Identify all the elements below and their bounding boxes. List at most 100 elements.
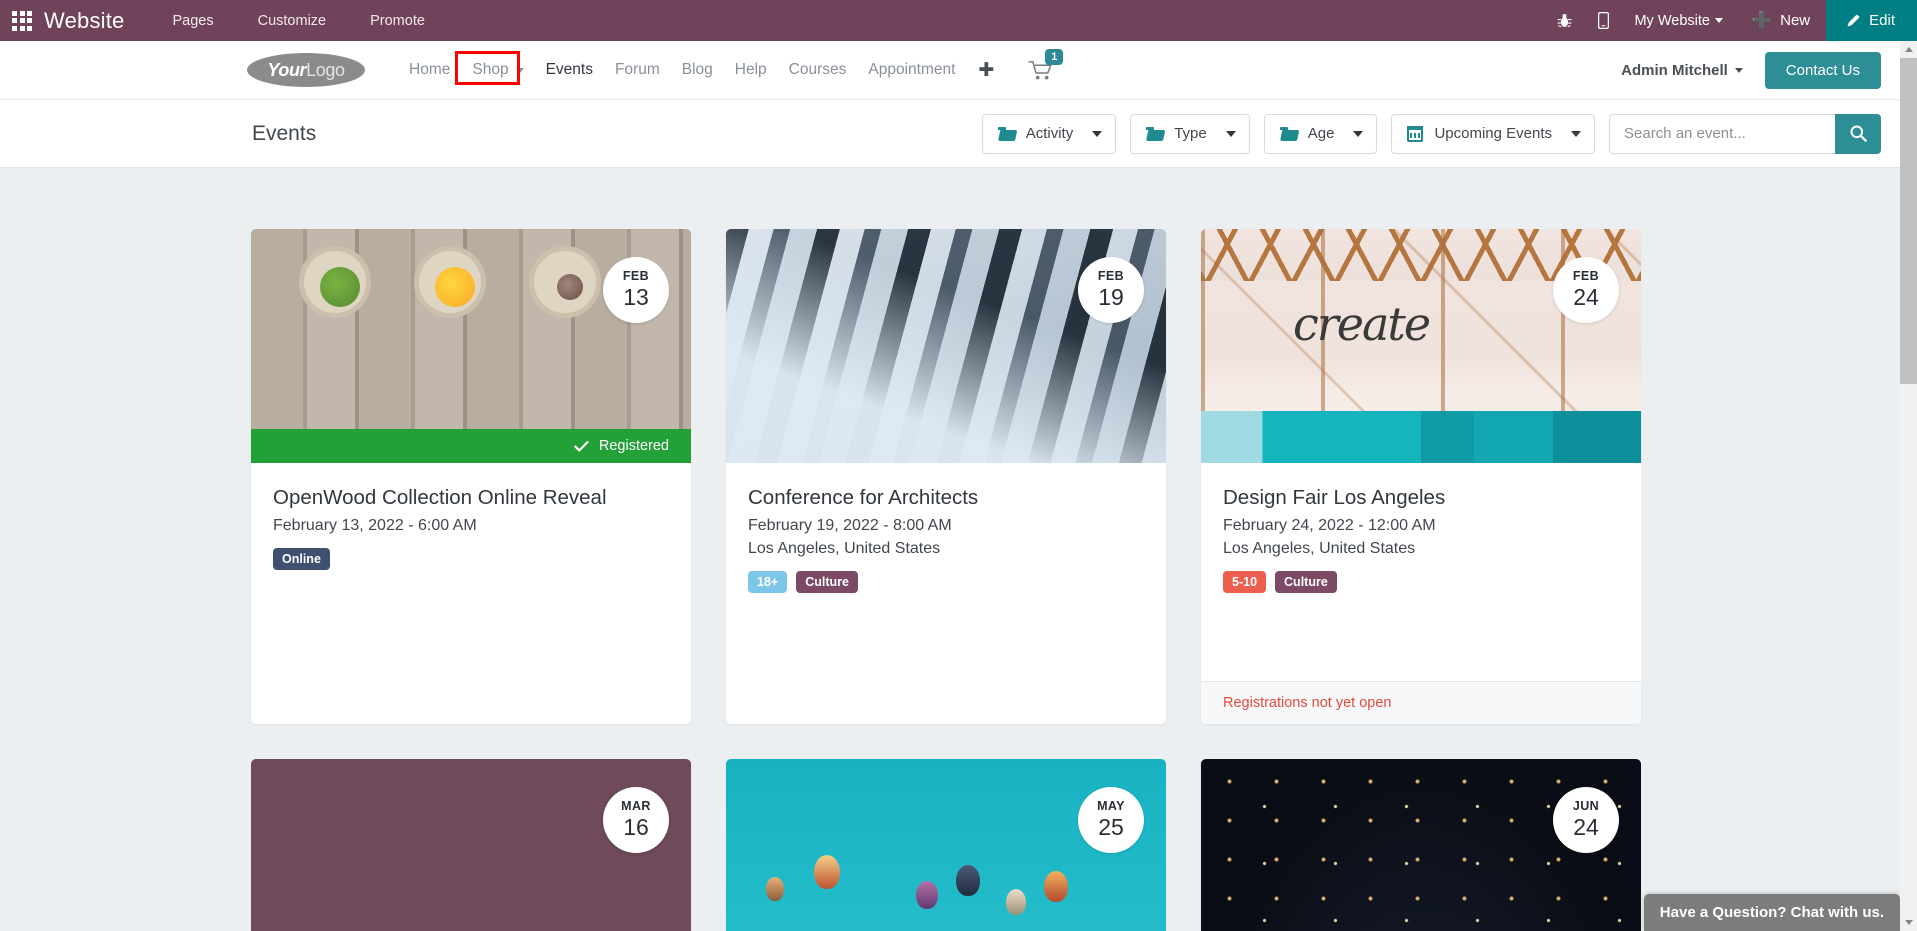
user-menu[interactable]: Admin Mitchell <box>1621 62 1743 79</box>
chevron-down-icon <box>1714 18 1723 23</box>
site-logo[interactable]: Your Logo <box>247 53 365 87</box>
event-date-badge: JUN 24 <box>1553 787 1619 853</box>
bug-icon[interactable] <box>1544 0 1585 41</box>
filter-type[interactable]: Type <box>1130 113 1250 154</box>
scroll-up-button[interactable] <box>1900 41 1917 58</box>
nav-item-blog-label: Blog <box>681 61 713 78</box>
logo-text-logo: Logo <box>306 59 345 80</box>
event-title: OpenWood Collection Online Reveal <box>273 486 607 509</box>
event-card-body: OpenWood Collection Online Reveal Februa… <box>251 463 691 724</box>
livechat-button[interactable]: Have a Question? Chat with us. <box>1643 894 1900 931</box>
add-page-icon[interactable]: ✚ <box>966 59 1006 82</box>
nav-item-blog[interactable]: Blog <box>671 55 724 85</box>
plus-icon: ➕ <box>1750 11 1773 30</box>
calendar-icon <box>1407 125 1424 142</box>
chevron-down-icon <box>1571 130 1581 137</box>
edit-button-label: Edit <box>1869 12 1895 29</box>
event-image: MAY 25 <box>726 759 1166 931</box>
nav-item-events[interactable]: Events <box>535 55 604 85</box>
event-card[interactable]: MAR 16 <box>251 759 691 931</box>
pencil-icon <box>1847 14 1860 27</box>
event-card[interactable]: JUN 24 <box>1201 759 1641 931</box>
search-input[interactable] <box>1609 113 1835 154</box>
event-day: 24 <box>1573 283 1599 310</box>
event-month: JUN <box>1572 799 1600 814</box>
event-card-body: Conference for Architects February 19, 2… <box>726 463 1166 724</box>
event-tags: 18+ Culture <box>748 571 1144 594</box>
filter-activity-label: Activity <box>1025 125 1074 142</box>
page-title: Events <box>252 121 317 145</box>
event-image: create FEB 24 <box>1201 229 1641 463</box>
folder-open-icon <box>997 126 1015 141</box>
nav-item-forum[interactable]: Forum <box>604 55 671 85</box>
chevron-down-icon <box>515 67 524 73</box>
nav-item-home[interactable]: Home <box>398 55 461 85</box>
event-card[interactable]: FEB 13 Registered OpenWood Collection On… <box>251 229 691 724</box>
nav-item-appointment[interactable]: Appointment <box>857 55 966 85</box>
apps-grid-icon[interactable] <box>0 0 44 41</box>
filter-age-label: Age <box>1307 125 1335 142</box>
event-tag[interactable]: Online <box>273 547 330 571</box>
website-selector[interactable]: My Website <box>1622 13 1734 29</box>
event-day: 13 <box>623 283 649 310</box>
event-month: FEB <box>1097 269 1125 284</box>
event-date-badge: MAY 25 <box>1078 787 1144 853</box>
cart-button[interactable]: 1 <box>1028 48 1064 81</box>
nav-item-shop[interactable]: Shop <box>461 55 534 85</box>
event-image: FEB 13 <box>251 229 691 429</box>
nav-item-shop-label: Shop <box>472 61 509 78</box>
nav-item-help[interactable]: Help <box>724 55 778 85</box>
event-datetime: February 19, 2022 - 8:00 AM <box>748 516 952 534</box>
event-image: MAR 16 <box>251 759 691 931</box>
nav-item-home-label: Home <box>409 61 451 78</box>
page-scrollbar[interactable] <box>1900 41 1917 931</box>
logo-text-your: Your <box>267 59 307 80</box>
nav-item-courses[interactable]: Courses <box>778 55 858 85</box>
filter-upcoming-events[interactable]: Upcoming Events <box>1391 113 1595 154</box>
events-content: FEB 13 Registered OpenWood Collection On… <box>0 168 1900 931</box>
event-datetime: February 13, 2022 - 6:00 AM <box>273 516 477 534</box>
event-tags: 5-10 Culture <box>1223 571 1619 594</box>
chevron-down-icon <box>1353 130 1364 137</box>
event-date-badge: MAR 16 <box>603 787 669 853</box>
event-month: FEB <box>1572 269 1600 284</box>
new-button-label: New <box>1780 12 1811 29</box>
event-month: MAY <box>1097 799 1125 814</box>
odoo-topbar-right: My Website ➕ New Edit <box>1544 0 1917 41</box>
odoo-menu: Pages Customize Promote <box>172 13 424 29</box>
folder-open-icon <box>1146 126 1163 141</box>
event-location: Los Angeles, United States <box>1223 539 1416 557</box>
website-selector-label: My Website <box>1634 12 1710 29</box>
edit-button[interactable]: Edit <box>1826 0 1917 41</box>
scrollbar-thumb[interactable] <box>1900 58 1917 384</box>
event-month: FEB <box>622 269 650 284</box>
event-card[interactable]: MAY 25 <box>726 759 1166 931</box>
event-image: JUN 24 <box>1201 759 1641 931</box>
search-button[interactable] <box>1835 113 1881 154</box>
nav-item-forum-label: Forum <box>614 61 660 78</box>
event-search <box>1609 113 1881 154</box>
chevron-down-icon <box>1734 67 1743 73</box>
event-tag[interactable]: 5-10 <box>1223 571 1267 594</box>
menu-item-customize[interactable]: Customize <box>258 13 327 29</box>
events-filter-bar: Events Activity Type Age Upcoming Events <box>0 100 1900 168</box>
filter-activity[interactable]: Activity <box>981 113 1117 154</box>
mobile-preview-icon[interactable] <box>1585 0 1622 41</box>
menu-item-pages[interactable]: Pages <box>172 13 213 29</box>
event-card[interactable]: create FEB 24 Design Fair Los Angeles Fe… <box>1201 229 1641 724</box>
website-navbar: Your Logo Home Shop Events Forum Blog He… <box>0 41 1900 100</box>
event-day: 25 <box>1098 813 1124 840</box>
event-card[interactable]: FEB 19 Conference for Architects Februar… <box>726 229 1166 724</box>
nav-item-appointment-label: Appointment <box>868 61 956 78</box>
event-tag[interactable]: Culture <box>1275 571 1337 594</box>
event-date-badge: FEB 24 <box>1553 257 1619 323</box>
contact-us-button[interactable]: Contact Us <box>1764 51 1881 89</box>
event-tag[interactable]: 18+ <box>748 571 788 594</box>
new-button[interactable]: ➕ New <box>1735 12 1826 29</box>
events-grid: FEB 13 Registered OpenWood Collection On… <box>251 229 1641 931</box>
event-title: Conference for Architects <box>748 486 979 509</box>
menu-item-promote[interactable]: Promote <box>370 13 425 29</box>
scroll-down-button[interactable] <box>1900 914 1917 931</box>
filter-age[interactable]: Age <box>1263 113 1378 154</box>
event-tag[interactable]: Culture <box>796 571 858 594</box>
